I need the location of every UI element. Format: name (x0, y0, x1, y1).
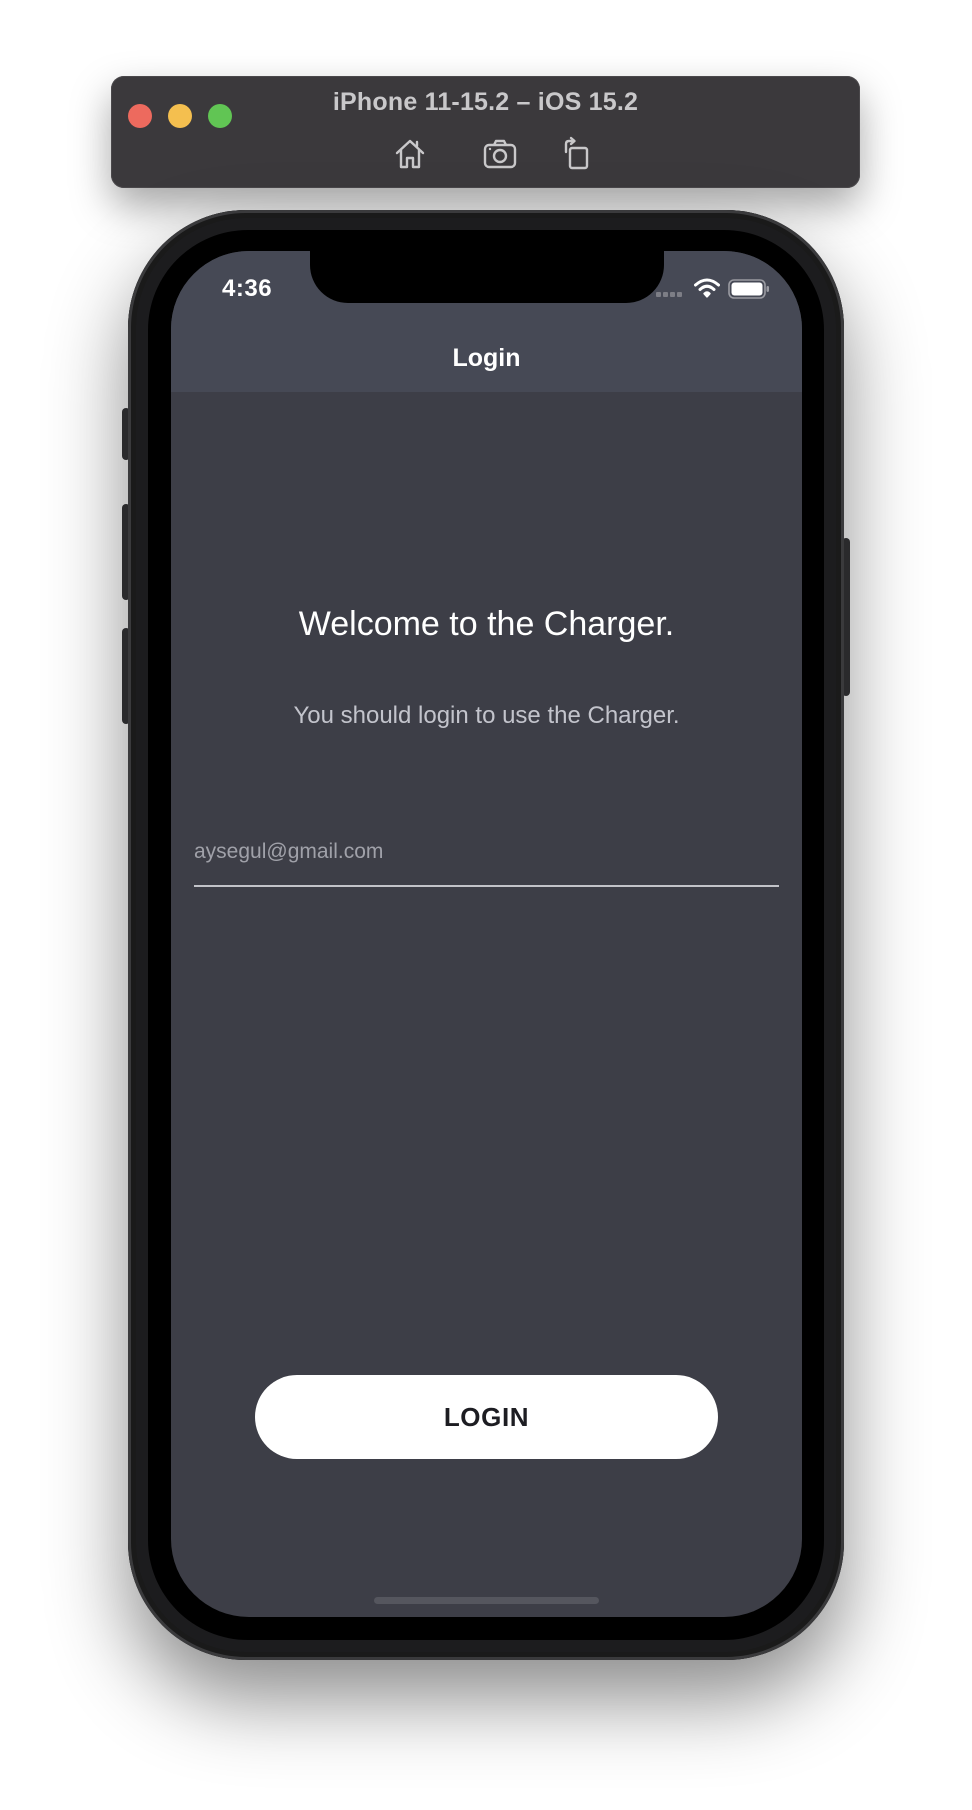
phone-screen: 4:36 Login Welcome to the Charger. You s… (171, 251, 802, 1617)
home-indicator (374, 1597, 599, 1604)
welcome-title: Welcome to the Charger. (298, 605, 675, 643)
wifi-icon (694, 278, 720, 298)
status-time: 4:36 (222, 275, 273, 302)
camera-icon (483, 139, 517, 169)
rotate-button[interactable] (558, 136, 596, 172)
simulator-titlebar: iPhone 11-15.2 – iOS 15.2 (111, 76, 860, 188)
email-input[interactable] (194, 835, 779, 869)
nav-title: Login (452, 344, 521, 372)
email-field (194, 825, 779, 887)
notch (310, 251, 664, 303)
cellular-signal-icon (656, 291, 684, 297)
login-button[interactable]: LOGIN (255, 1375, 718, 1459)
home-icon (395, 139, 425, 169)
screenshot-button[interactable] (481, 136, 519, 172)
simulator-title: iPhone 11-15.2 – iOS 15.2 (332, 88, 639, 116)
battery-icon (728, 279, 769, 299)
home-button[interactable] (391, 136, 429, 172)
rotate-icon (564, 136, 589, 170)
status-icons (656, 277, 776, 301)
simulator-toolbar (111, 136, 860, 172)
welcome-subtitle: You should login to use the Charger. (293, 702, 680, 729)
